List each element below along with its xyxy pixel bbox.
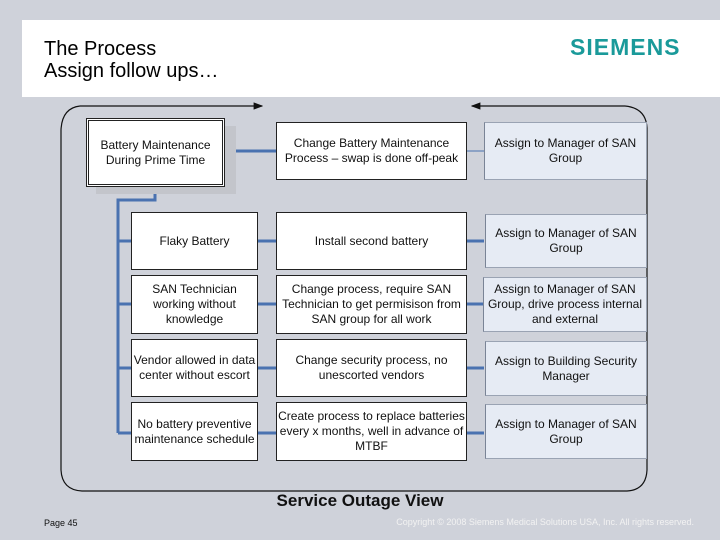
cause-box-3: Vendor allowed in data center without es… — [131, 339, 258, 397]
action-box-2: Change process, require SAN Technician t… — [276, 275, 467, 334]
action-box-1: Install second battery — [276, 212, 467, 270]
root-cause-box: Battery Maintenance During Prime Time — [86, 118, 225, 187]
cause-box-2: SAN Technician working without knowledge — [131, 275, 258, 334]
service-outage-view-label: Service Outage View — [276, 491, 444, 510]
copyright-notice: Copyright © 2008 Siemens Medical Solutio… — [396, 517, 694, 527]
cause-box-1: Flaky Battery — [131, 212, 258, 270]
owner-box-1: Assign to Manager of SAN Group — [485, 214, 647, 268]
cause-box-4: No battery preventive maintenance schedu… — [131, 402, 258, 461]
action-box-0: Change Battery Maintenance Process – swa… — [276, 122, 467, 180]
owner-box-2: Assign to Manager of SAN Group, drive pr… — [483, 277, 647, 332]
owner-box-0: Assign to Manager of SAN Group — [484, 122, 647, 180]
page-number: Page 45 — [44, 518, 78, 528]
action-box-4: Create process to replace batteries ever… — [276, 402, 467, 461]
action-box-3: Change security process, no unescorted v… — [276, 339, 467, 397]
owner-box-4: Assign to Manager of SAN Group — [485, 404, 647, 459]
owner-box-3: Assign to Building Security Manager — [485, 341, 647, 396]
